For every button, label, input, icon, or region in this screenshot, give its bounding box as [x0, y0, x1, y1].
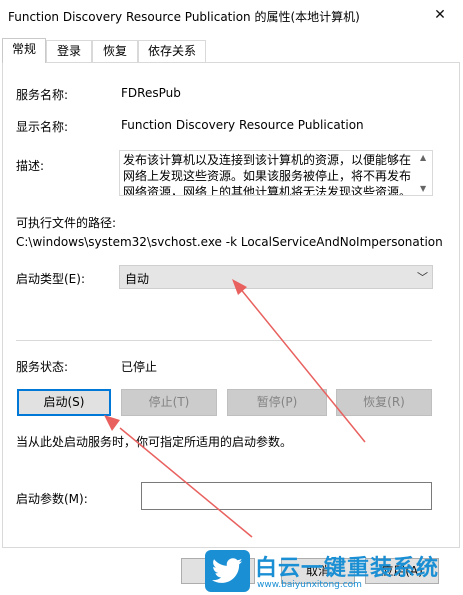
tab-dependencies[interactable]: 依存关系	[138, 40, 206, 62]
service-name-label: 服务名称:	[16, 88, 69, 102]
close-icon: ✕	[434, 7, 446, 23]
description-label: 描述:	[16, 159, 45, 173]
description-box[interactable]: 发布该计算机以及连接到该计算机的资源，以便能够在网络上发现这些资源。如果该服务被…	[119, 150, 433, 196]
scroll-up-icon[interactable]: ▲	[420, 153, 426, 162]
display-name-value: Function Discovery Resource Publication	[121, 118, 364, 132]
start-params-input[interactable]	[141, 482, 432, 510]
pause-button[interactable]: 暂停(P)	[227, 389, 327, 416]
twitter-bird-icon	[205, 550, 250, 592]
watermark-url: www.baiyunxitong.com	[257, 580, 362, 590]
path-value: C:\windows\system32\svchost.exe -k Local…	[16, 235, 443, 249]
title-bar: Function Discovery Resource Publication …	[0, 0, 463, 30]
scroll-down-icon[interactable]: ▼	[420, 184, 426, 193]
separator	[16, 340, 432, 341]
tab-logon[interactable]: 登录	[46, 40, 92, 62]
service-status-label: 服务状态:	[16, 360, 69, 374]
description-text: 发布该计算机以及连接到该计算机的资源，以便能够在网络上发现这些资源。如果该服务被…	[123, 153, 412, 196]
start-params-hint: 当从此处启动服务时，你可指定所适用的启动参数。	[16, 435, 293, 449]
general-tab-panel	[2, 62, 460, 548]
close-button[interactable]: ✕	[417, 0, 463, 30]
tab-recovery[interactable]: 恢复	[92, 40, 138, 62]
service-status-value: 已停止	[121, 360, 158, 374]
startup-type-label: 启动类型(E):	[16, 272, 85, 286]
path-label: 可执行文件的路径:	[16, 216, 117, 230]
watermark-title: 白云一键重装系统	[255, 556, 440, 581]
start-params-label: 启动参数(M):	[16, 492, 88, 506]
watermark: 白云一键重装系统 www.baiyunxitong.com	[205, 548, 463, 595]
description-scrollbar[interactable]: ▲ ▼	[418, 151, 432, 195]
resume-button[interactable]: 恢复(R)	[336, 389, 432, 416]
chevron-down-icon: ﹀	[417, 271, 428, 284]
window-title: Function Discovery Resource Publication …	[8, 10, 360, 24]
start-button[interactable]: 启动(S)	[17, 389, 111, 416]
service-name-value: FDResPub	[121, 86, 181, 100]
tab-general[interactable]: 常规	[2, 38, 46, 63]
startup-type-value: 自动	[125, 272, 150, 286]
display-name-label: 显示名称:	[16, 120, 69, 134]
startup-type-select[interactable]: 自动 ﹀	[119, 265, 433, 289]
stop-button[interactable]: 停止(T)	[121, 389, 217, 416]
